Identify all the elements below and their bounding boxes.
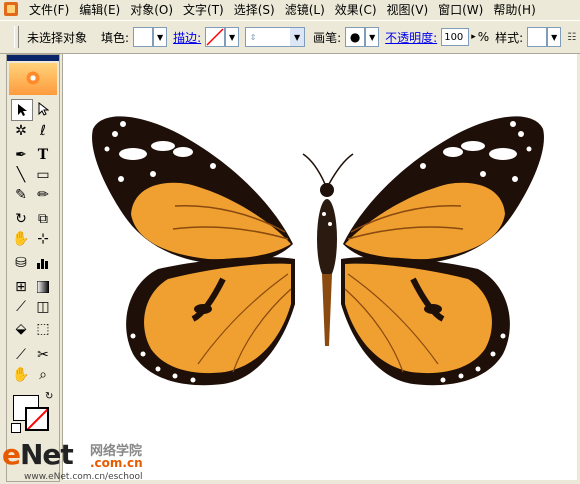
eyedropper-icon[interactable]: ⟋ (11, 297, 31, 317)
rectangle-icon[interactable]: ▭ (33, 165, 53, 185)
control-bar: 未选择对象 填色: ▼ 描边: ▼ ⇕ ▼ 画笔: ● ▼ 不透明度: 100 … (0, 20, 580, 54)
zoom-icon[interactable]: ⌕ (33, 365, 53, 385)
fill-swatch[interactable] (133, 27, 154, 47)
selection-tool-icon[interactable] (11, 99, 33, 121)
gradient-icon[interactable] (33, 277, 53, 297)
opacity-input[interactable]: 100 (441, 28, 470, 46)
menu-file[interactable]: 文件(F) (24, 1, 74, 18)
stroke-swatch[interactable] (205, 27, 226, 47)
style-swatch[interactable] (527, 27, 548, 47)
right-forewing (343, 116, 544, 265)
line-icon[interactable]: ╲ (11, 165, 31, 185)
opacity-stepper-icon[interactable]: ▸ (471, 32, 476, 42)
paintbrush-icon[interactable]: ✎ (11, 185, 31, 205)
fill-dropdown-icon[interactable]: ▼ (153, 27, 168, 47)
default-colors-icon[interactable] (11, 423, 21, 433)
swap-fill-stroke-icon[interactable]: ↻ (45, 391, 53, 402)
artboard-canvas[interactable] (62, 54, 577, 480)
menu-select[interactable]: 选择(S) (229, 1, 280, 18)
style-label: 样式: (495, 30, 524, 45)
symbol-sprayer-icon[interactable]: ⛁ (11, 253, 31, 273)
stroke-weight-dropdown-icon[interactable]: ▼ (290, 28, 305, 46)
mesh-icon[interactable]: ⊞ (11, 277, 31, 297)
menu-effect[interactable]: 效果(C) (330, 1, 382, 18)
opacity-percent: % (477, 30, 490, 44)
left-forewing (92, 116, 293, 265)
brush-swatch[interactable]: ● (345, 27, 366, 47)
illustrator-flower-logo (9, 63, 57, 95)
menu-edit[interactable]: 编辑(E) (74, 1, 125, 18)
scale-icon[interactable]: ⧉ (33, 209, 53, 229)
column-graph-icon[interactable] (33, 253, 53, 273)
selection-status: 未选择对象 (27, 30, 88, 45)
tools-panel: ✲ ℓ ✒ T ╲ ▭ ✎ ✏ ↻ ⧉ ✋ ⊹ ⛁ ⊞ ⟋ ◫ ⬙ ⬚ ⟋ ✂ … (6, 54, 60, 482)
menu-filter[interactable]: 滤镜(L) (280, 1, 330, 18)
no-stroke-icon (206, 28, 224, 46)
menu-bar: 文件(F) 编辑(E) 对象(O) 文字(T) 选择(S) 滤镜(L) 效果(C… (0, 0, 580, 18)
brush-label: 画笔: (313, 30, 342, 45)
menu-view[interactable]: 视图(V) (382, 1, 434, 18)
lasso-icon[interactable]: ℓ (33, 121, 53, 141)
magic-wand-icon[interactable]: ✲ (11, 121, 31, 141)
pencil-icon[interactable]: ✏ (33, 185, 53, 205)
menu-window[interactable]: 窗口(W) (433, 1, 488, 18)
watermark-url: www.eNet.com.cn/eschool (24, 472, 143, 482)
app-logo-icon (4, 2, 18, 16)
tools-title-bar[interactable] (7, 55, 59, 61)
pen-icon[interactable]: ✒ (11, 145, 31, 165)
enet-logo-text: eNet (2, 438, 74, 471)
free-transform-icon[interactable]: ⊹ (33, 229, 53, 249)
stroke-weight-spinner-icon[interactable]: ⇕ (246, 28, 261, 46)
toolbar-grip[interactable] (14, 26, 19, 48)
stroke-link[interactable]: 描边: (173, 29, 201, 46)
style-dropdown-icon[interactable]: ▼ (547, 27, 562, 47)
butterfly-body (302, 153, 354, 346)
type-icon[interactable]: T (33, 145, 53, 165)
hand-icon[interactable]: ✋ (11, 365, 31, 385)
stroke-color-box[interactable] (25, 407, 49, 431)
stroke-weight-combo[interactable]: ⇕ ▼ (245, 27, 306, 47)
enet-watermark: eNet 网络学院 .com.cn www.eNet.com.cn/eschoo… (2, 438, 172, 484)
menu-object[interactable]: 对象(O) (125, 1, 178, 18)
direct-selection-icon[interactable] (33, 99, 53, 119)
live-paint-select-icon[interactable]: ⬚ (33, 319, 53, 339)
butterfly-artwork (92, 116, 544, 386)
right-hindwing (341, 257, 510, 386)
live-paint-icon[interactable]: ⬙ (11, 319, 31, 339)
rotate-icon[interactable]: ↻ (11, 209, 31, 229)
blend-icon[interactable]: ◫ (33, 297, 53, 317)
menu-type[interactable]: 文字(T) (178, 1, 229, 18)
slice-icon[interactable]: ⟋ (11, 345, 31, 365)
warp-icon[interactable]: ✋ (11, 229, 31, 249)
panel-menu-icon[interactable]: ☷ (567, 32, 576, 43)
stroke-dropdown-icon[interactable]: ▼ (225, 27, 240, 47)
opacity-link[interactable]: 不透明度: (385, 29, 437, 46)
scissors-icon[interactable]: ✂ (33, 345, 53, 365)
left-hindwing (126, 257, 295, 386)
menu-help[interactable]: 帮助(H) (488, 1, 540, 18)
brush-dropdown-icon[interactable]: ▼ (365, 27, 380, 47)
fill-label: 填色: (101, 30, 130, 45)
watermark-domain: .com.cn (90, 456, 143, 470)
